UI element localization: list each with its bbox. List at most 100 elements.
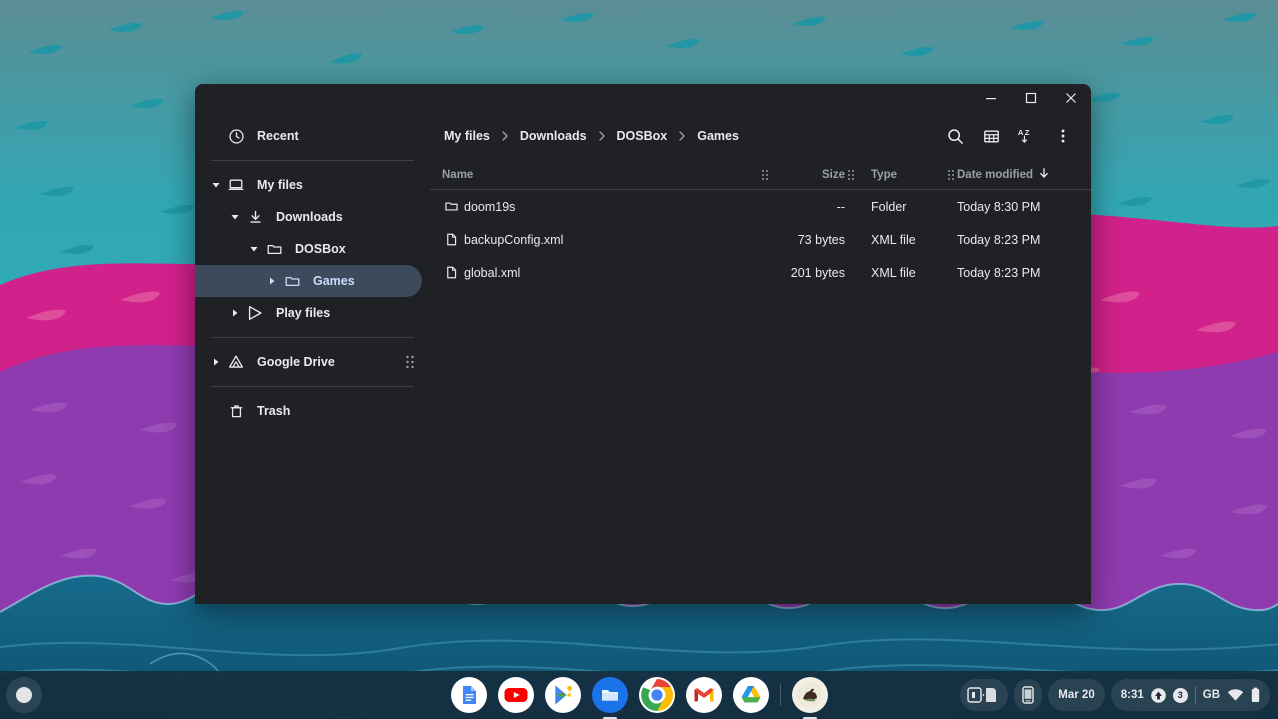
phone-hub-tray-button[interactable] (1014, 679, 1042, 711)
file-icon (430, 265, 464, 280)
file-date-modified: Today 8:23 PM (957, 233, 1077, 247)
folder-icon (263, 241, 285, 258)
sidebar-divider-2 (211, 337, 414, 338)
sidebar-item-dosbox[interactable]: DOSBox (195, 233, 422, 265)
column-resize-grip[interactable] (845, 169, 857, 181)
shelf-app-horse[interactable] (792, 677, 828, 713)
column-header-size[interactable]: Size (771, 169, 845, 181)
shelf-app-gmail[interactable] (686, 677, 722, 713)
chromeos-shelf: Mar 20 8:31 3 GB (0, 671, 1278, 719)
drive-drag-handle[interactable] (404, 354, 416, 370)
breadcrumb: My files Downloads DOSBox Games (438, 125, 937, 147)
shelf-app-play-store[interactable] (545, 677, 581, 713)
column-header-date-label: Date modified (957, 169, 1033, 181)
laptop-icon (225, 176, 247, 194)
update-available-icon (1151, 688, 1166, 703)
chevron-right-icon (593, 129, 611, 143)
chevron-right-icon (496, 129, 514, 143)
files-app-window: Recent My files (195, 84, 1091, 604)
file-size: 201 bytes (771, 266, 845, 280)
close-button[interactable] (1051, 84, 1091, 112)
column-resize-grip[interactable] (945, 169, 957, 181)
shelf-app-google-drive[interactable] (733, 677, 769, 713)
chevron-right-icon[interactable] (226, 308, 244, 318)
maximize-button[interactable] (1011, 84, 1051, 112)
clock-icon (225, 128, 247, 145)
sort-az-icon[interactable]: A Z (1009, 118, 1045, 154)
shelf-app-youtube[interactable] (498, 677, 534, 713)
file-name: backupConfig.xml (464, 233, 771, 247)
screen-capture-tray-button[interactable] (960, 679, 1008, 711)
shelf-app-chrome[interactable] (639, 677, 675, 713)
grid-view-icon[interactable] (973, 118, 1009, 154)
breadcrumb-item-downloads[interactable]: Downloads (514, 125, 593, 147)
sidebar-item-label: Play files (266, 306, 330, 320)
gmail-icon (686, 677, 722, 713)
download-icon (244, 209, 266, 226)
file-name: doom19s (464, 200, 771, 214)
shelf-app-google-docs[interactable] (451, 677, 487, 713)
tray-locale: GB (1203, 689, 1220, 701)
file-icon (430, 232, 464, 247)
tray-date: Mar 20 (1058, 689, 1094, 701)
sidebar-item-play-files[interactable]: Play files (195, 297, 422, 329)
table-row[interactable]: doom19s -- Folder Today 8:30 PM (430, 190, 1091, 223)
sidebar-item-google-drive[interactable]: Google Drive (195, 346, 422, 378)
table-row[interactable]: global.xml 201 bytes XML file Today 8:23… (430, 256, 1091, 289)
sidebar-item-games[interactable]: Games (195, 265, 422, 297)
play-icon (244, 304, 266, 322)
sidebar-item-my-files[interactable]: My files (195, 169, 422, 201)
file-size: -- (771, 200, 845, 214)
sidebar-item-label: Google Drive (247, 355, 335, 369)
search-icon[interactable] (937, 118, 973, 154)
chrome-icon (639, 677, 675, 713)
column-header-date-modified[interactable]: Date modified (957, 167, 1077, 182)
breadcrumb-item-games[interactable]: Games (691, 125, 745, 147)
breadcrumb-item-my-files[interactable]: My files (438, 125, 496, 147)
chevron-down-icon[interactable] (226, 212, 244, 222)
system-tray: Mar 20 8:31 3 GB (960, 679, 1270, 711)
battery-icon (1251, 687, 1260, 703)
sidebar-item-label: Trash (247, 404, 290, 418)
file-list[interactable]: doom19s -- Folder Today 8:30 PM backupCo… (430, 190, 1091, 604)
table-row[interactable]: backupConfig.xml 73 bytes XML file Today… (430, 223, 1091, 256)
folder-icon (430, 199, 464, 214)
column-resize-grip[interactable] (759, 169, 771, 181)
files-icon (592, 677, 628, 713)
column-header-type[interactable]: Type (857, 169, 945, 181)
google-docs-icon (451, 677, 487, 713)
file-browser-pane: My files Downloads DOSBox Games (430, 112, 1091, 604)
screen-capture-icon (967, 685, 1001, 705)
trash-icon (225, 403, 247, 420)
chevron-down-icon[interactable] (245, 244, 263, 254)
sidebar-item-label: Downloads (266, 210, 343, 224)
drive-icon (225, 353, 247, 371)
shelf-app-files[interactable] (592, 677, 628, 713)
wifi-icon (1227, 688, 1244, 702)
chevron-down-icon[interactable] (207, 180, 225, 190)
tray-time: 8:31 (1121, 689, 1144, 701)
chevron-right-icon[interactable] (207, 357, 225, 367)
chevron-right-icon[interactable] (263, 276, 281, 286)
breadcrumb-item-dosbox[interactable]: DOSBox (611, 125, 674, 147)
sidebar-item-trash[interactable]: Trash (195, 395, 422, 427)
shelf-separator (780, 684, 781, 706)
more-options-icon[interactable] (1045, 118, 1081, 154)
google-drive-icon (733, 677, 769, 713)
youtube-icon (498, 677, 534, 713)
sidebar-item-label: DOSBox (285, 242, 346, 256)
column-header-name[interactable]: Name (430, 169, 759, 181)
notification-count-badge: 3 (1173, 688, 1188, 703)
svg-text:A: A (1018, 128, 1024, 137)
sidebar-item-recent[interactable]: Recent (195, 120, 422, 152)
folder-icon (281, 273, 303, 290)
sidebar-divider-1 (211, 160, 414, 161)
sidebar-item-label: Games (303, 274, 355, 288)
date-tray-button[interactable]: Mar 20 (1048, 679, 1104, 711)
file-type: XML file (857, 266, 945, 280)
minimize-button[interactable] (971, 84, 1011, 112)
status-tray-button[interactable]: 8:31 3 GB (1111, 679, 1270, 711)
sidebar-item-downloads[interactable]: Downloads (195, 201, 422, 233)
svg-text:Z: Z (1025, 128, 1030, 137)
sidebar-divider-3 (211, 386, 414, 387)
